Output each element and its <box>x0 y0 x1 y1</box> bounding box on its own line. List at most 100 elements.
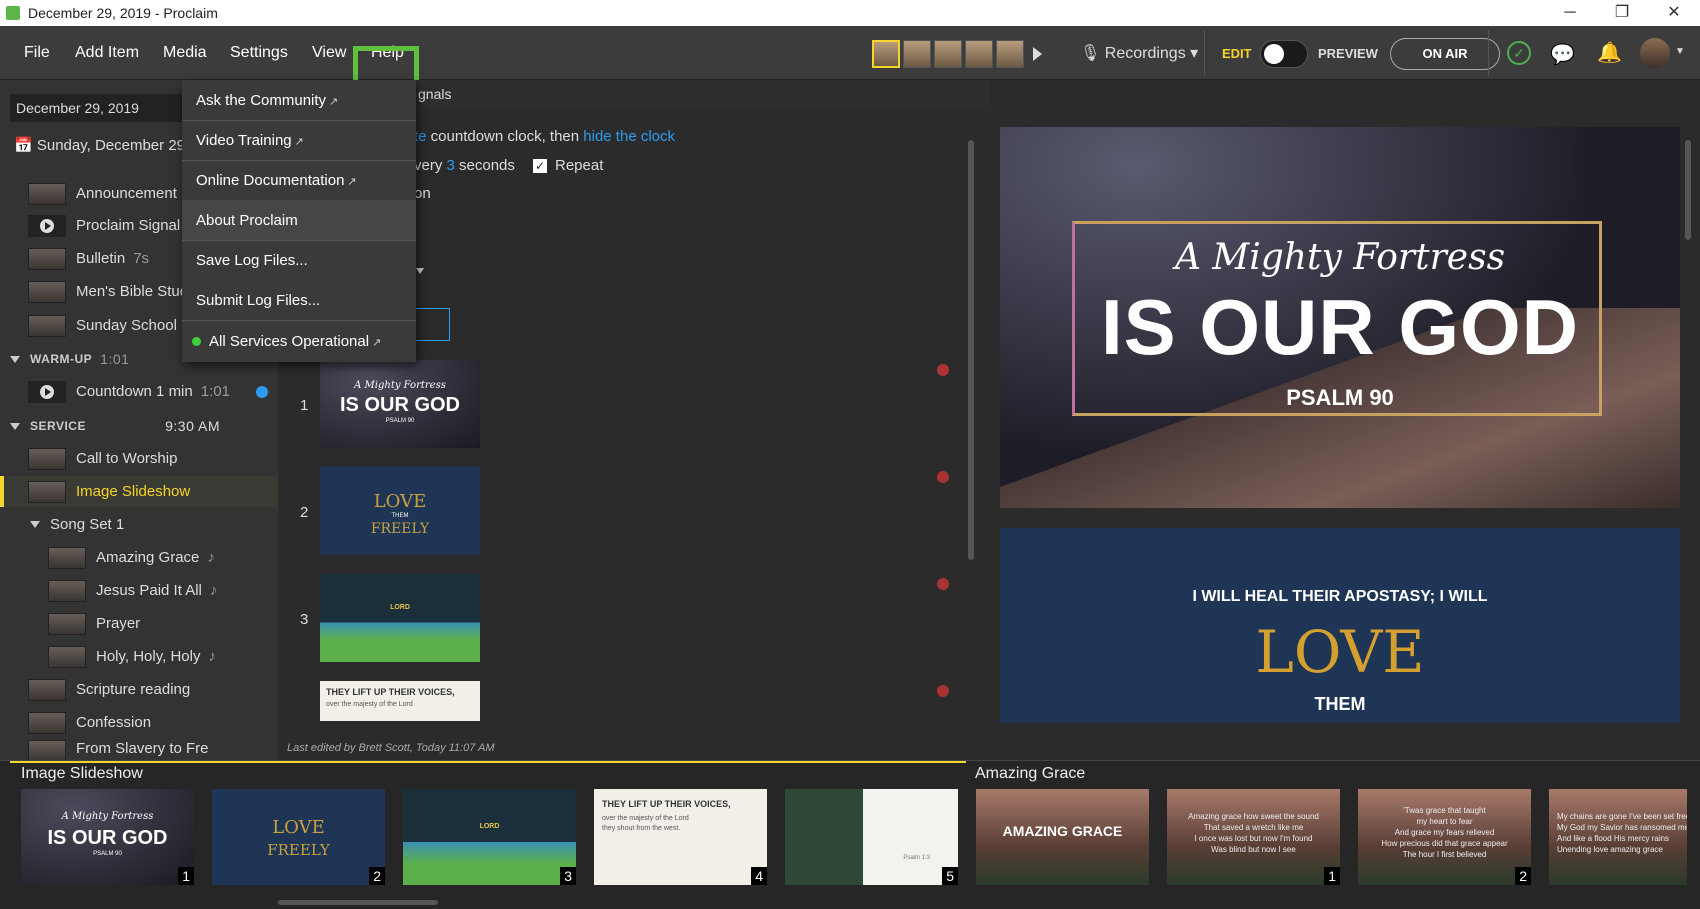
slide-number-badge: 2 <box>369 867 385 885</box>
list-item[interactable]: Holy, Holy, Holy ♪ <box>0 641 278 672</box>
preview-slide-2[interactable]: I WILL HEAL THEIR APOSTASY; I WILL LOVE … <box>1000 528 1680 723</box>
advance-setting: very 3 seconds <box>414 157 515 174</box>
slide-ref-text: PSALM 90 <box>385 418 415 424</box>
divider <box>182 320 416 321</box>
tab-signals[interactable]: gnals <box>418 86 451 102</box>
restore-button[interactable]: ❐ <box>1596 0 1648 26</box>
menu-view[interactable]: View <box>312 26 346 80</box>
strip-thumbnail[interactable]: THEY LIFT UP THEIR VOICES, over the maje… <box>594 789 767 885</box>
strip-thumbnail[interactable]: A Mighty Fortress IS OUR GOD PSALM 90 1 <box>21 789 194 885</box>
menu-save-log-files[interactable]: Save Log Files... <box>196 252 308 269</box>
menu-file[interactable]: File <box>24 26 50 80</box>
avatar[interactable] <box>934 40 962 68</box>
list-item[interactable]: Countdown 1 min 1:01 <box>0 376 278 407</box>
repeat-option[interactable]: ✓ Repeat <box>533 157 603 174</box>
strip-thumbnail[interactable]: LORD 3 <box>403 789 576 885</box>
menu-video-training[interactable]: Video Training ↗ <box>196 132 304 149</box>
delete-slide-icon[interactable] <box>937 364 949 376</box>
item-label: Prayer <box>96 615 141 632</box>
repeat-label: Repeat <box>555 157 604 174</box>
chevron-down-icon[interactable]: ▼ <box>1675 46 1685 57</box>
playing-indicator-icon <box>255 385 268 398</box>
status-check-icon[interactable]: ✓ <box>1507 41 1531 65</box>
more-avatars-arrow-icon[interactable] <box>1033 47 1042 61</box>
item-label: Jesus Paid It All <box>96 582 202 599</box>
slide-thumbnail[interactable]: LOVE THEM FREELY <box>320 467 480 555</box>
avatar[interactable] <box>872 40 900 68</box>
list-item[interactable]: Prayer <box>0 608 278 639</box>
strip-thumbnail[interactable]: LOVE FREELY 2 <box>212 789 385 885</box>
list-item[interactable]: Call to Worship <box>0 443 278 474</box>
divider <box>182 120 416 121</box>
list-item[interactable]: From Slavery to Fre <box>0 740 278 760</box>
lyric-line: And like a flood His mercy rains <box>1557 834 1670 843</box>
preview-slide-1[interactable]: A Mighty Fortress IS OUR GOD PSALM 90 <box>1000 127 1680 508</box>
repeat-checkbox[interactable]: ✓ <box>533 159 547 173</box>
menu-online-documentation[interactable]: Online Documentation ↗ <box>196 172 357 189</box>
minimize-button[interactable]: ─ <box>1544 0 1596 26</box>
calendar-icon: 📅 <box>14 137 37 154</box>
date-field[interactable]: December 29, 2019 <box>10 94 185 122</box>
item-label: Holy, Holy, Holy <box>96 648 201 665</box>
preview-scrollbar[interactable] <box>1685 140 1691 240</box>
list-item-selected[interactable]: Image Slideshow <box>0 476 278 507</box>
editor-scrollbar[interactable] <box>968 140 974 560</box>
slide-number-badge: 2 <box>1515 867 1531 885</box>
song-set-group[interactable]: Song Set 1 <box>0 509 278 540</box>
strip-thumbnail[interactable]: AMAZING GRACE <box>976 789 1149 885</box>
slide-thumbnail[interactable]: LORD <box>320 574 480 662</box>
service-date[interactable]: 📅 Sunday, December 29 <box>14 136 185 154</box>
slide-script-text: A Mighty Fortress <box>354 380 446 391</box>
item-label: Amazing Grace <box>96 549 200 566</box>
recordings-button[interactable]: 🎙 Recordings ▾ <box>1080 40 1198 68</box>
strip-thumbnail[interactable]: My chains are gone I've been set free My… <box>1549 789 1687 885</box>
slide-number-badge: 5 <box>942 867 958 885</box>
avatar[interactable] <box>903 40 931 68</box>
delete-slide-icon[interactable] <box>937 471 949 483</box>
lyric-line: I once was lost but now I'm found <box>1194 834 1313 843</box>
delete-slide-icon[interactable] <box>937 685 949 697</box>
menu-services-status[interactable]: All Services Operational ↗ <box>192 333 381 350</box>
user-avatar[interactable] <box>1640 38 1670 68</box>
section-service[interactable]: SERVICE 9:30 AM <box>0 411 278 441</box>
slide-thumbnail[interactable]: A Mighty Fortress IS OUR GOD PSALM 90 <box>320 360 480 448</box>
preview-arc-text: I WILL HEAL THEIR APOSTASY; I WILL <box>1192 588 1488 605</box>
menu-media[interactable]: Media <box>163 26 207 80</box>
list-item[interactable]: Confession <box>0 707 278 738</box>
item-duration: 1:01 <box>200 383 230 400</box>
window-title: December 29, 2019 - Proclaim <box>28 5 218 21</box>
menu-settings[interactable]: Settings <box>230 26 288 80</box>
strip-thumbnail[interactable]: 'Twas grace that taught my heart to fear… <box>1358 789 1531 885</box>
item-thumbnail <box>48 546 86 569</box>
menu-add-item[interactable]: Add Item <box>75 26 139 80</box>
strip-thumbnail[interactable]: Amazing grace how sweet the sound That s… <box>1167 789 1340 885</box>
menu-submit-log-files[interactable]: Submit Log Files... <box>196 292 320 309</box>
menu-about-proclaim[interactable]: About Proclaim <box>196 212 298 229</box>
hide-clock-link[interactable]: hide the clock <box>583 128 675 145</box>
delete-slide-icon[interactable] <box>937 578 949 590</box>
avatar[interactable] <box>996 40 1024 68</box>
list-item[interactable]: Amazing Grace ♪ <box>0 542 278 573</box>
menu-ask-community[interactable]: Ask the Community ↗ <box>196 92 338 109</box>
option-text: on <box>414 185 431 202</box>
strip-thumbnail[interactable]: Psalm 1:3 5 <box>785 789 958 885</box>
chat-icon[interactable]: 💬 <box>1550 42 1575 67</box>
list-item[interactable]: Jesus Paid It All ♪ <box>0 575 278 606</box>
list-item[interactable]: Scripture reading <box>0 674 278 705</box>
on-air-button[interactable]: ON AIR <box>1390 38 1500 70</box>
close-button[interactable]: ✕ <box>1648 0 1700 26</box>
item-label: From Slavery to Fre <box>76 740 209 757</box>
help-menu-dropdown: Ask the Community ↗ Video Training ↗ Onlin… <box>182 80 416 362</box>
slide-number: 3 <box>300 611 309 628</box>
thumb-lyrics: Amazing grace how sweet the sound That s… <box>1167 811 1340 855</box>
seconds-value[interactable]: 3 <box>447 157 455 174</box>
collaborator-avatars[interactable] <box>872 40 1024 68</box>
bell-icon[interactable]: 🔔 <box>1597 40 1622 65</box>
edit-preview-toggle[interactable] <box>1260 40 1308 68</box>
chevron-down-icon[interactable] <box>416 268 424 274</box>
avatar[interactable] <box>965 40 993 68</box>
external-link-icon: ↗ <box>372 337 382 349</box>
strip-title-amazing-grace: Amazing Grace <box>975 765 1086 782</box>
strip-scrollbar[interactable] <box>278 900 438 905</box>
slide-thumbnail[interactable]: THEY LIFT UP THEIR VOICES, over the maje… <box>320 681 480 721</box>
